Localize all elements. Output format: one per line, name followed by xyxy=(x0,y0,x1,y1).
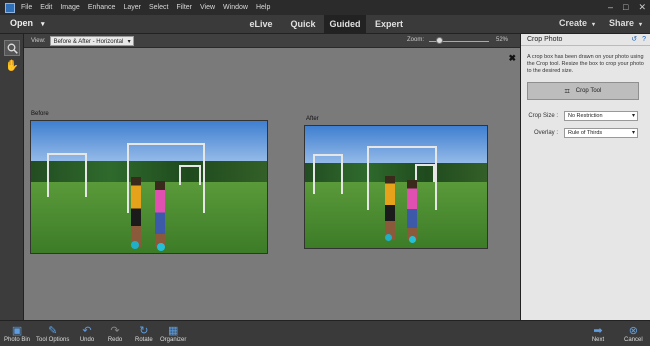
tool-options-label: Tool Options xyxy=(36,337,70,343)
crop-tool-label: Crop Tool xyxy=(575,88,602,94)
menu-select[interactable]: Select xyxy=(149,4,168,11)
undo-button[interactable]: ↶ Undo xyxy=(79,323,95,344)
goal-far xyxy=(179,165,201,185)
maximize-icon[interactable]: □ xyxy=(623,2,628,13)
before-photo xyxy=(30,120,268,254)
menu-layer[interactable]: Layer xyxy=(123,4,141,11)
reset-icon[interactable]: ↺ xyxy=(631,36,637,43)
organizer-button[interactable]: ▦ Organizer xyxy=(160,323,187,344)
zoom-value: 52% xyxy=(496,37,509,43)
open-button[interactable]: Open ▾ xyxy=(10,18,45,28)
child-left xyxy=(131,177,141,247)
menu-help[interactable]: Help xyxy=(256,4,270,11)
rotate-label: Rotate xyxy=(135,337,153,343)
chevron-down-icon: ▾ xyxy=(41,21,45,28)
close-icon[interactable]: ✖ xyxy=(508,53,516,64)
next-label: Next xyxy=(591,337,605,343)
chevron-down-icon: ▾ xyxy=(592,22,596,28)
menu-file[interactable]: File xyxy=(21,4,32,11)
share-button[interactable]: Share ▾ xyxy=(609,18,642,28)
menu-enhance[interactable]: Enhance xyxy=(88,4,116,11)
child-right xyxy=(155,181,165,247)
view-label: View: xyxy=(31,37,46,44)
redo-label: Redo xyxy=(107,337,123,343)
after-label: After xyxy=(306,116,319,122)
hand-tool[interactable]: ✋ xyxy=(4,57,20,73)
photo-bin-label: Photo Bin xyxy=(4,337,31,343)
after-photo xyxy=(304,125,488,249)
crop-size-select[interactable]: No Restriction xyxy=(564,111,638,121)
options-bar: View: Before & After - Horizontal Zoom: … xyxy=(24,34,520,48)
cancel-label: Cancel xyxy=(624,337,643,343)
menu-filter[interactable]: Filter xyxy=(176,4,192,11)
tool-options-icon: ✎ xyxy=(48,324,58,337)
ball-right xyxy=(409,236,416,243)
crop-size-label: Crop Size : xyxy=(528,113,558,119)
next-icon: ➡ xyxy=(593,324,603,337)
tab-quick[interactable]: Quick xyxy=(285,15,321,34)
menu-image[interactable]: Image xyxy=(60,4,79,11)
child-left xyxy=(385,176,395,240)
panel-header: Crop Photo ↺ ? xyxy=(521,34,650,46)
panel-title: Crop Photo xyxy=(527,36,563,43)
mode-bar: Open ▾ eLive Quick Guided Expert Create ▾ … xyxy=(0,15,650,34)
ball-right xyxy=(157,243,165,251)
goal-left xyxy=(313,154,343,194)
menu-window[interactable]: Window xyxy=(223,4,248,11)
overlay-label: Overlay : xyxy=(533,130,558,136)
window-controls: – □ ✕ xyxy=(608,2,646,13)
minimize-icon[interactable]: – xyxy=(608,2,613,13)
menu-view[interactable]: View xyxy=(200,4,215,11)
photo-bin-icon: ▣ xyxy=(11,324,23,337)
next-button[interactable]: ➡ Next xyxy=(590,323,606,344)
tab-expert[interactable]: Expert xyxy=(369,15,409,34)
bottom-bar: ▣ Photo Bin ✎ Tool Options ↶ Undo ↷ Redo… xyxy=(0,320,650,346)
panel-description: A crop box has been drawn on your photo … xyxy=(527,54,644,74)
canvas-area: ✖ Before After xyxy=(24,48,520,320)
create-label: Create xyxy=(559,18,588,28)
zoom-icon xyxy=(7,43,18,54)
hand-icon: ✋ xyxy=(5,59,19,72)
help-icon[interactable]: ? xyxy=(642,36,646,43)
photo-bin-button[interactable]: ▣ Photo Bin xyxy=(4,323,31,344)
guided-panel: Crop Photo ↺ ? A crop box has been drawn… xyxy=(520,34,650,320)
tab-elive[interactable]: eLive xyxy=(243,15,279,34)
rotate-button[interactable]: ↻ Rotate xyxy=(135,323,153,344)
zoom-tool[interactable] xyxy=(4,40,20,56)
ball-left xyxy=(385,234,392,241)
rotate-icon: ↻ xyxy=(139,324,149,337)
menu-bar: File Edit Image Enhance Layer Select Fil… xyxy=(0,0,650,15)
crop-icon: ⌗ xyxy=(564,85,570,96)
open-label: Open xyxy=(10,18,34,28)
undo-icon: ↶ xyxy=(82,324,92,337)
chevron-down-icon: ▾ xyxy=(639,22,643,28)
view-select[interactable]: Before & After - Horizontal xyxy=(49,35,134,47)
zoom-label: Zoom: xyxy=(407,37,425,43)
organizer-icon: ▦ xyxy=(167,324,179,337)
toolbox: ✋ xyxy=(0,34,24,320)
tab-guided[interactable]: Guided xyxy=(324,15,366,34)
menu-edit[interactable]: Edit xyxy=(40,4,52,11)
cancel-icon: ⊗ xyxy=(628,324,638,337)
before-label: Before xyxy=(31,111,49,117)
crop-tool-button[interactable]: ⌗ Crop Tool xyxy=(527,82,639,100)
close-window-icon[interactable]: ✕ xyxy=(638,2,646,13)
goal-left xyxy=(47,153,87,197)
create-button[interactable]: Create ▾ xyxy=(559,18,595,28)
redo-icon: ↷ xyxy=(110,324,120,337)
panel-header-icons: ↺ ? xyxy=(631,35,646,43)
overlay-select[interactable]: Rule of Thirds xyxy=(564,128,638,138)
organizer-label: Organizer xyxy=(160,337,187,343)
goal-far xyxy=(415,164,435,182)
tool-options-button[interactable]: ✎ Tool Options xyxy=(36,323,70,344)
ball-left xyxy=(131,241,139,249)
undo-label: Undo xyxy=(79,337,95,343)
app-logo-icon xyxy=(5,2,15,13)
child-right xyxy=(407,180,417,240)
redo-button[interactable]: ↷ Redo xyxy=(107,323,123,344)
share-label: Share xyxy=(609,18,635,28)
zoom-slider-handle[interactable] xyxy=(436,37,443,44)
cancel-button[interactable]: ⊗ Cancel xyxy=(624,323,643,344)
